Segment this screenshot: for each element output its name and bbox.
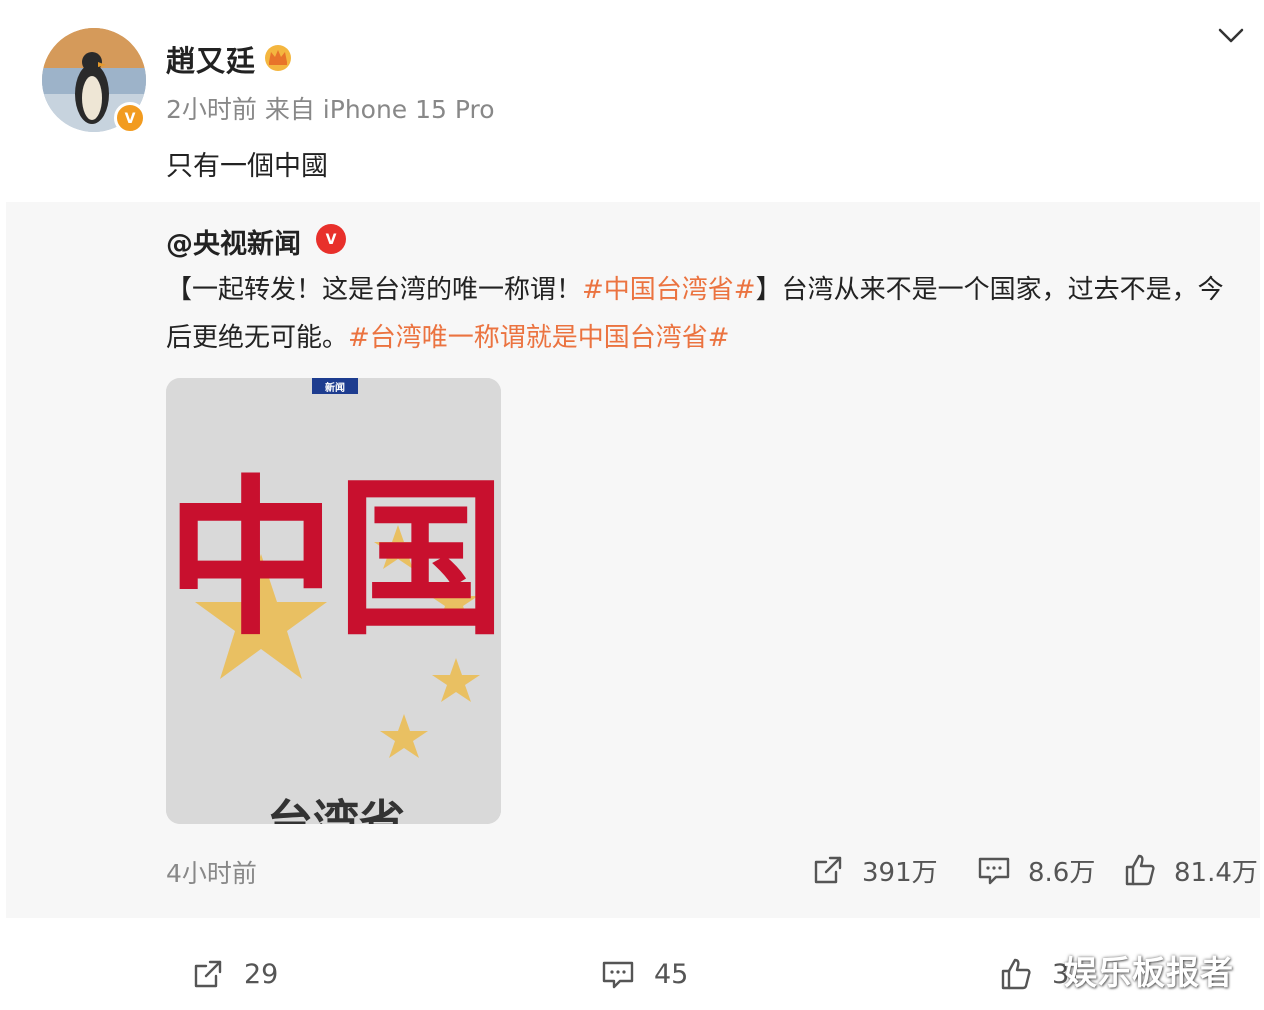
watermark: 娱乐板报者 xyxy=(1064,953,1234,992)
share-count: 29 xyxy=(244,958,279,990)
svg-text:V: V xyxy=(326,232,337,248)
repost-text-1: 【一起转发！这是台湾的唯一称谓！ xyxy=(166,275,583,305)
hashtag-link[interactable]: #中国台湾省# xyxy=(582,275,756,305)
comment-icon xyxy=(602,961,634,989)
repost-time: 4小时前 xyxy=(166,859,257,888)
like-button[interactable]: 3 xyxy=(998,952,1069,996)
author-name[interactable]: 趙又廷 xyxy=(166,38,256,80)
like-icon xyxy=(1125,854,1155,886)
post-text: 只有一個中國 xyxy=(166,151,328,182)
poster-headline: 中国 xyxy=(166,459,501,659)
verified-icon: V xyxy=(316,224,346,254)
repost-share-button[interactable]: 391万 xyxy=(810,850,938,890)
like-count: 81.4万 xyxy=(1174,857,1258,888)
share-count: 391万 xyxy=(862,857,938,888)
repost-comment-button[interactable]: 8.6万 xyxy=(976,850,1095,890)
crown-icon xyxy=(265,45,291,71)
share-button[interactable]: 29 xyxy=(190,952,278,996)
chevron-down-icon[interactable] xyxy=(1214,24,1248,48)
svg-text:新闻: 新闻 xyxy=(325,381,345,394)
comment-icon xyxy=(978,857,1010,885)
repost-image[interactable]: 新闻 中国 台湾省 xyxy=(166,378,501,824)
share-icon xyxy=(814,856,842,884)
share-icon xyxy=(194,960,222,988)
repost-body: 【一起转发！这是台湾的唯一称谓！#中国台湾省#】台湾从来不是一个国家，过去不是，… xyxy=(166,266,1226,362)
comment-button[interactable]: 45 xyxy=(600,952,688,996)
svg-text:V: V xyxy=(125,111,136,127)
verified-icon: V xyxy=(114,102,146,134)
hashtag-link[interactable]: #台湾唯一称谓就是中国台湾省# xyxy=(348,323,730,353)
poster-caption: 台湾省 xyxy=(267,795,405,824)
repost-like-button[interactable]: 81.4万 xyxy=(1122,850,1258,890)
repost-author[interactable]: @央视新闻 xyxy=(166,222,301,261)
comment-count: 8.6万 xyxy=(1028,857,1096,888)
repost-card[interactable]: @央视新闻 V 【一起转发！这是台湾的唯一称谓！#中国台湾省#】台湾从来不是一个… xyxy=(6,202,1260,918)
weibo-post: V 趙又廷 2小时前 来自 iPhone 15 Pro 只有一個中國 @央视新闻… xyxy=(0,0,1264,1010)
comment-count: 45 xyxy=(654,958,689,990)
china-poster-image: 新闻 中国 台湾省 xyxy=(166,378,501,824)
like-icon xyxy=(1001,958,1031,990)
post-meta: 2小时前 来自 iPhone 15 Pro xyxy=(166,95,495,124)
